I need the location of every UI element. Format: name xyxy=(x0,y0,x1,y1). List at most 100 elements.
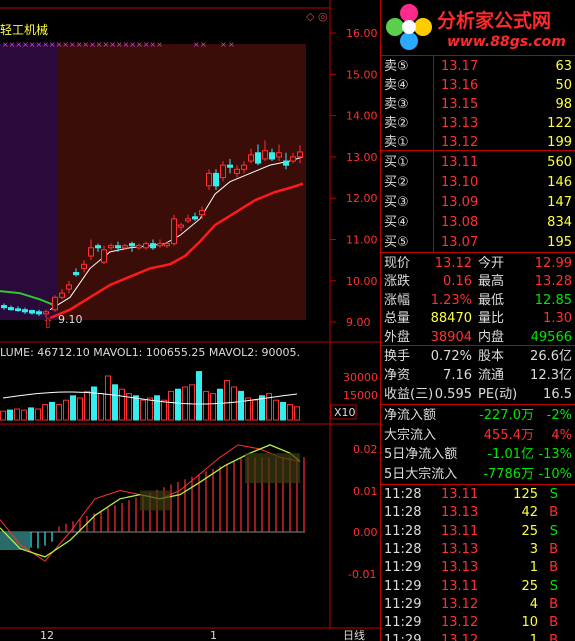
flow-value: 455.4万 xyxy=(483,427,534,443)
money-flow-row: 5日大宗流入 -7786万 -10% xyxy=(381,464,575,485)
bid-row: 买① 13.11 560 xyxy=(381,152,575,173)
date-label-jan: 1 xyxy=(210,629,217,641)
ind-axis-1: 0.01 xyxy=(353,485,378,498)
svg-text:×: × xyxy=(116,40,123,49)
tick-time: 11:29 xyxy=(384,633,422,641)
fundamental-row: 换手 0.72% 股本 26.6亿 xyxy=(381,346,575,367)
svg-text:×: × xyxy=(42,40,49,49)
bid-volume: 195 xyxy=(547,235,572,250)
flow-pct: -10% xyxy=(538,466,572,482)
bg-zone-red xyxy=(58,44,306,320)
svg-text:×: × xyxy=(62,40,69,49)
svg-text:×: × xyxy=(220,40,227,49)
svg-text:×: × xyxy=(156,40,163,49)
ask-label: 卖④ xyxy=(384,78,409,93)
logo-title: 分析家公式网 xyxy=(437,10,552,32)
fund-label-2: 流通 xyxy=(478,368,505,383)
fund-label-2: PE(动) xyxy=(478,387,518,402)
fundamental-row: 收益(三) 0.595 PE(动) 16.5 xyxy=(381,384,575,405)
volume-axis-30000: 30000 xyxy=(343,371,378,384)
flow-pct: 4% xyxy=(551,427,572,443)
quote-panel: 分析家公式网 www.88gs.com 卖⑤ 13.17 63 卖④ 13.16 50 卖③… xyxy=(380,0,575,641)
flow-value: -227.0万 xyxy=(479,408,534,423)
fund-value-2: 16.5 xyxy=(543,387,572,402)
money-flow-row: 净流入额 -227.0万 -2% xyxy=(381,405,575,426)
fund-value: 7.16 xyxy=(443,368,472,383)
ask-volume: 50 xyxy=(555,78,572,93)
price-axis-label: 10.00 xyxy=(346,275,378,288)
flow-label: 净流入额 xyxy=(384,408,437,423)
flow-label: 5日大宗流入 xyxy=(384,466,458,482)
fund-label-2: 股本 xyxy=(478,349,505,364)
svg-text:×: × xyxy=(123,40,130,49)
fund-label: 净资 xyxy=(384,368,411,383)
bid-volume: 147 xyxy=(547,195,572,210)
ind-axis-0: 0.02 xyxy=(353,443,378,456)
diamond-icon[interactable]: ◇ xyxy=(306,10,315,23)
flow-pct: -2% xyxy=(546,408,572,423)
svg-text:×: × xyxy=(76,40,83,49)
svg-text:×: × xyxy=(103,40,110,49)
fundamental-row: 净资 7.16 流通 12.3亿 xyxy=(381,365,575,386)
low-price-label: 9.10 xyxy=(58,313,83,326)
svg-text:×: × xyxy=(200,40,207,49)
ask-volume: 63 xyxy=(555,59,572,74)
money-flow-row: 大宗流入 455.4万 4% xyxy=(381,425,575,446)
tick-price: 13.12 xyxy=(441,633,479,641)
svg-text:×: × xyxy=(9,40,16,49)
svg-text:×: × xyxy=(22,40,29,49)
fund-value-2: 26.6亿 xyxy=(530,349,572,364)
ask-row: 卖③ 13.15 98 xyxy=(381,94,575,115)
tick-volume: 1 xyxy=(529,633,538,641)
ask-price: 13.16 xyxy=(441,78,479,93)
bid-row: 买③ 13.09 147 xyxy=(381,192,575,213)
bid-price: 13.07 xyxy=(441,235,479,250)
money-flow-row: 5日净流入额 -1.01亿 -13% xyxy=(381,444,575,465)
bid-price: 13.10 xyxy=(441,175,479,190)
volume-axis-15000: 15000 xyxy=(343,389,378,402)
ask-price: 13.13 xyxy=(441,116,479,131)
ask-row: 卖④ 13.16 50 xyxy=(381,75,575,96)
ask-label: 卖② xyxy=(384,116,409,131)
svg-text:×: × xyxy=(228,40,235,49)
ask-volume: 122 xyxy=(547,116,572,131)
fund-value-2: 12.3亿 xyxy=(530,368,572,383)
ask-label: 卖⑤ xyxy=(384,59,409,74)
svg-text:×: × xyxy=(56,40,63,49)
chart-area[interactable]: 16.00 15.00 14.00 13.00 12.00 11.00 10.00 9.00 … xyxy=(0,0,380,641)
kline-chart-svg[interactable]: 16.0015.0014.0013.0012.0011.0010.009.00 … xyxy=(0,0,380,641)
ind-axis-3: -0.01 xyxy=(348,568,376,581)
fund-value: 0.72% xyxy=(430,349,472,364)
svg-text:×: × xyxy=(109,40,116,49)
price-axis-label: 9.00 xyxy=(346,316,371,329)
svg-text:×: × xyxy=(96,40,103,49)
svg-text:×: × xyxy=(193,40,200,49)
ask-row: 卖② 13.13 122 xyxy=(381,113,575,134)
bid-volume: 560 xyxy=(547,155,572,170)
settings-icon[interactable]: ◎ xyxy=(318,10,328,23)
stock-name: 轻工机械 xyxy=(0,22,48,37)
svg-text:×: × xyxy=(143,40,150,49)
indicator-panel xyxy=(0,444,305,562)
svg-text:×: × xyxy=(36,40,43,49)
date-label-dec: 12 xyxy=(40,629,54,641)
bid-price: 13.08 xyxy=(441,215,479,230)
volume-header: LUME: 46712.10 MAVOL1: 100655.25 MAVOL2:… xyxy=(0,346,300,359)
price-axis-label: 12.00 xyxy=(346,192,378,205)
ask-label: 卖③ xyxy=(384,97,409,112)
price-axis: 16.00 15.00 14.00 13.00 12.00 11.00 10.00 9.00 xyxy=(330,27,378,329)
bid-row: 买② 13.10 146 xyxy=(381,172,575,193)
svg-text:×: × xyxy=(129,40,136,49)
period-label[interactable]: 日线 xyxy=(343,628,365,641)
price-axis-label: 11.00 xyxy=(346,234,378,247)
logo-url: www.88gs.com xyxy=(447,34,566,50)
svg-text:×: × xyxy=(136,40,143,49)
bid-volume: 146 xyxy=(547,175,572,190)
logo-banner: 分析家公式网 www.88gs.com xyxy=(381,0,575,55)
low-arrow-icon: ⇧ xyxy=(42,316,54,332)
ask-price: 13.17 xyxy=(441,59,479,74)
price-axis-label: 16.00 xyxy=(346,27,378,40)
svg-text:×: × xyxy=(89,40,96,49)
bid-label: 买⑤ xyxy=(384,235,409,250)
bid-price: 13.09 xyxy=(441,195,479,210)
